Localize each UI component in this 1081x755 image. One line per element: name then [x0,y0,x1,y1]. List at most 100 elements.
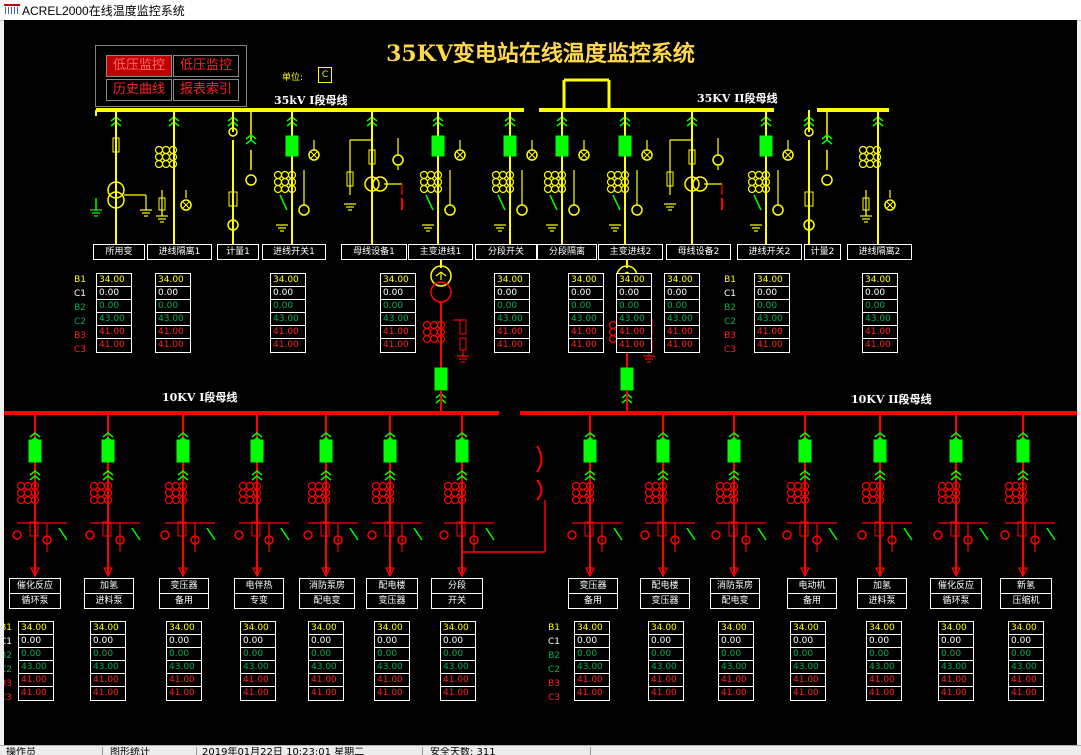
temperature-reading-b3: 41.00 [167,674,201,687]
lv-bus-1-label: 10KV I段母线 [162,391,238,404]
top-feeder-label-9[interactable]: 母线设备2 [666,244,731,260]
temperature-reading-c1: 0.00 [97,287,131,300]
lv-lamp-icon [857,530,867,540]
temperature-reading-b3: 41.00 [569,326,603,339]
earth-switch [549,194,558,211]
temperature-reading-b3: 41.00 [309,674,343,687]
earth-switch [58,527,68,541]
temperature-reading-b2: 0.00 [91,648,125,661]
temperature-reading-b2: 0.00 [309,648,343,661]
feeder-label-line-2: 配电变 [313,596,341,606]
temperature-reading-c1: 0.00 [867,635,901,648]
lv-breaker-icon-9 [727,439,741,463]
bottom-row-labels-left: B1 C1 B2 C2 B3 C3 [4,621,14,705]
temperature-reading-b3: 41.00 [97,326,131,339]
unit-value[interactable]: C [318,67,332,83]
top-feeder-label-0[interactable]: 所用变 [93,244,145,260]
top-temperature-table-1: 34.00 0.00 0.00 43.00 41.00 41.00 [155,273,191,353]
lv-lamp-icon [12,530,22,540]
bottom-feeder-label-13[interactable]: 新氢 压缩机 [1000,578,1052,609]
hv-lamp-icon [298,204,310,216]
hv-ground-icon [750,224,762,232]
temperature-reading-b2: 0.00 [271,300,305,313]
temperature-reading-b2: 0.00 [381,300,415,313]
lv-lamp-icon [711,530,721,540]
menu-panel: 低压监控 低压监控 历史曲线 报表索引 [95,45,247,107]
top-feeder-label-3[interactable]: 进线开关1 [262,244,326,260]
top-feeder-label-4[interactable]: 母线设备1 [341,244,407,260]
temperature-reading-b3: 41.00 [867,674,901,687]
top-feeder-label-1[interactable]: 进线隔离1 [147,244,212,260]
temperature-reading-c3: 41.00 [941,688,967,698]
temperature-reading-b1: 34.00 [19,622,53,635]
temperature-reading-b3: 41.00 [939,674,973,687]
bottom-feeder-label-10[interactable]: 电动机 备用 [787,578,837,609]
top-feeder-label-11[interactable]: 计量2 [804,244,841,260]
bottom-temperature-table-6: 34.00 0.00 0.00 43.00 41.00 41.00 [440,621,476,701]
temperature-reading-b2: 0.00 [1009,648,1043,661]
bottom-feeder-label-12[interactable]: 催化反应 循环泵 [930,578,982,609]
temperature-reading-b2: 0.00 [719,648,753,661]
feeder-label-line-1: 催化反应 [16,581,53,591]
temperature-reading-b1: 34.00 [91,622,125,635]
feeder-label-line-2: 专变 [249,596,268,606]
top-temperature-table-5: 34.00 0.00 0.00 43.00 41.00 41.00 [568,273,604,353]
top-feeder-label-8[interactable]: 主变进线2 [598,244,663,260]
temperature-reading-b1: 34.00 [375,622,409,635]
top-feeder-label-7[interactable]: 分段隔离 [537,244,597,260]
bottom-temperature-table-12: 34.00 0.00 0.00 43.00 41.00 41.00 [938,621,974,701]
bottom-temperature-table-9: 34.00 0.00 0.00 43.00 41.00 41.00 [718,621,754,701]
temperature-reading-c3: 41.00 [93,688,119,698]
history-curve-button[interactable]: 历史曲线 [106,79,172,101]
bottom-feeder-label-1[interactable]: 加氢 进料泵 [84,578,134,609]
lv-breaker-icon-7 [583,439,597,463]
row-label-c1: C1 [723,289,736,299]
top-feeder-label-12[interactable]: 进线隔离2 [847,244,912,260]
temperature-reading-c3: 41.00 [577,688,603,698]
top-feeder-label-10[interactable]: 进线开关2 [737,244,802,260]
bottom-feeder-label-11[interactable]: 加氢 进料泵 [857,578,907,609]
temperature-reading-c3: 41.00 [99,340,125,350]
feeder-label-line-2: 进料泵 [868,596,896,606]
feeder-label-line-1: 电动机 [798,581,826,591]
temperature-reading-c2: 43.00 [617,313,651,326]
temperature-reading-b1: 34.00 [755,274,789,287]
bottom-feeder-label-3[interactable]: 电伴热 专变 [234,578,284,609]
temperature-reading-c3: 41.00 [169,688,195,698]
top-feeder-label-6[interactable]: 分段开关 [475,244,537,260]
top-feeder-label-5[interactable]: 主变进线1 [408,244,473,260]
earth-switch [497,194,506,211]
lv-incoming-breaker-icon-1 [434,367,448,391]
hv-ground-icon [422,224,434,232]
bottom-feeder-label-5[interactable]: 配电楼 变压器 [366,578,418,609]
row-label-c1: C1 [4,637,12,647]
feeder-label-line-2: 循环泵 [942,596,970,606]
temperature-reading-c1: 0.00 [309,635,343,648]
lv-lamp-icon [367,530,377,540]
feeder-label-line-2: 备用 [174,596,193,606]
temperature-reading-c3: 41.00 [619,340,645,350]
row-label-b2: B2 [74,303,86,313]
meter-lamp-icon [821,174,833,186]
bottom-feeder-label-8[interactable]: 配电楼 变压器 [640,578,690,609]
row-label-c2: C2 [73,317,86,327]
temperature-reading-b1: 34.00 [939,622,973,635]
winding-mark [435,271,442,277]
bottom-feeder-label-9[interactable]: 消防泵房 配电变 [710,578,760,609]
bottom-temperature-table-5: 34.00 0.00 0.00 43.00 41.00 41.00 [374,621,410,701]
report-index-button[interactable]: 报表索引 [173,79,239,101]
low-voltage-monitor-button-1[interactable]: 低压监控 [106,55,172,77]
bottom-feeder-label-6[interactable]: 分段 开关 [431,578,483,609]
top-feeder-label-2[interactable]: 计量1 [217,244,259,260]
temperature-reading-b2: 0.00 [791,648,825,661]
bottom-feeder-label-2[interactable]: 变压器 备用 [159,578,209,609]
station-ground-icon [140,209,152,217]
bottom-feeder-label-0[interactable]: 催化反应 循环泵 [9,578,61,609]
temperature-reading-c2: 43.00 [867,661,901,674]
low-voltage-monitor-button-2[interactable]: 低压监控 [173,55,239,77]
earth-switch [413,527,423,541]
bottom-feeder-label-4[interactable]: 消防泵房 配电变 [299,578,355,609]
bottom-feeder-label-7[interactable]: 变压器 备用 [568,578,618,609]
temperature-reading-b2: 0.00 [241,648,275,661]
bottom-temperature-table-3: 34.00 0.00 0.00 43.00 41.00 41.00 [240,621,276,701]
